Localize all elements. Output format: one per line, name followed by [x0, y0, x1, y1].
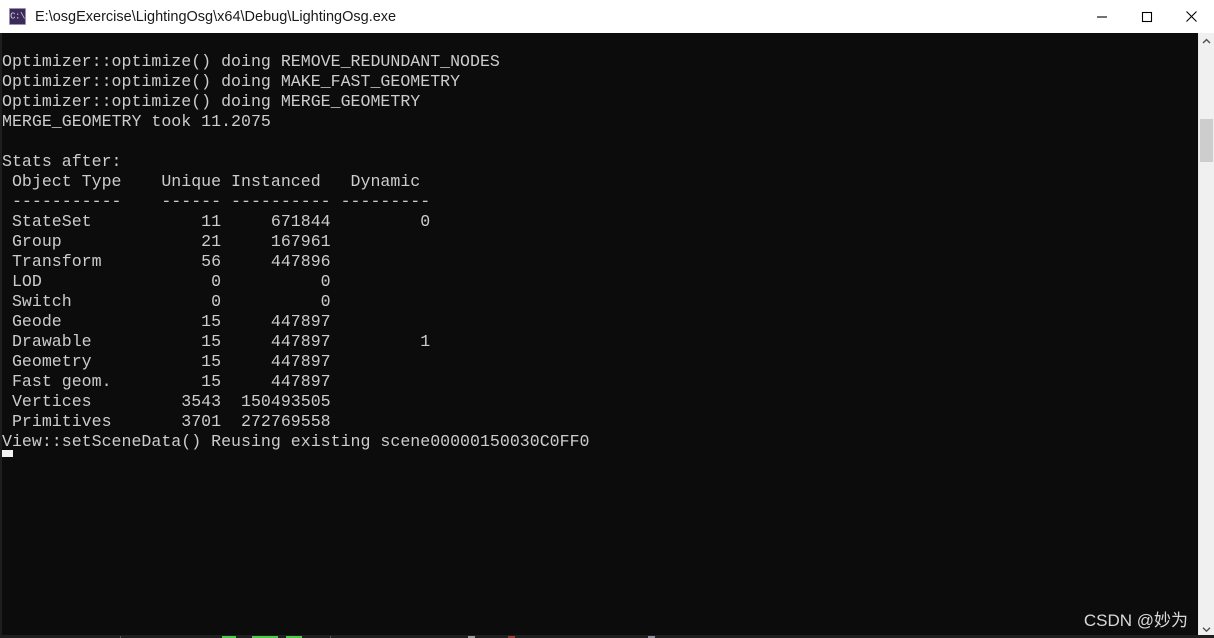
window-title: E:\osgExercise\LightingOsg\x64\Debug\Lig… — [35, 8, 397, 25]
vertical-scrollbar[interactable] — [1198, 33, 1214, 638]
chevron-down-icon — [1202, 627, 1211, 633]
close-button[interactable] — [1169, 0, 1214, 33]
titlebar-buttons — [1079, 0, 1214, 33]
scrollbar-thumb[interactable] — [1200, 119, 1213, 162]
text-cursor — [2, 450, 13, 457]
scroll-up-arrow-button[interactable] — [1199, 33, 1214, 50]
console-window: C:\ E:\osgExercise\LightingOsg\x64\Debug… — [0, 0, 1214, 638]
maximize-button[interactable] — [1124, 0, 1169, 33]
titlebar[interactable]: C:\ E:\osgExercise\LightingOsg\x64\Debug… — [0, 0, 1214, 33]
maximize-icon — [1141, 11, 1152, 22]
csdn-watermark: CSDN @妙为 — [1083, 611, 1188, 630]
console-app-icon-glyph: C:\ — [10, 11, 25, 22]
console-output-text: Optimizer::optimize() doing REMOVE_REDUN… — [2, 51, 590, 451]
minimize-icon — [1096, 15, 1107, 18]
close-icon — [1186, 11, 1197, 22]
console-output-area[interactable]: Optimizer::optimize() doing REMOVE_REDUN… — [0, 33, 1214, 638]
chevron-up-icon — [1202, 38, 1211, 44]
minimize-button[interactable] — [1079, 0, 1124, 33]
titlebar-title-area[interactable]: C:\ E:\osgExercise\LightingOsg\x64\Debug… — [0, 8, 1079, 25]
console-app-icon: C:\ — [9, 8, 26, 25]
